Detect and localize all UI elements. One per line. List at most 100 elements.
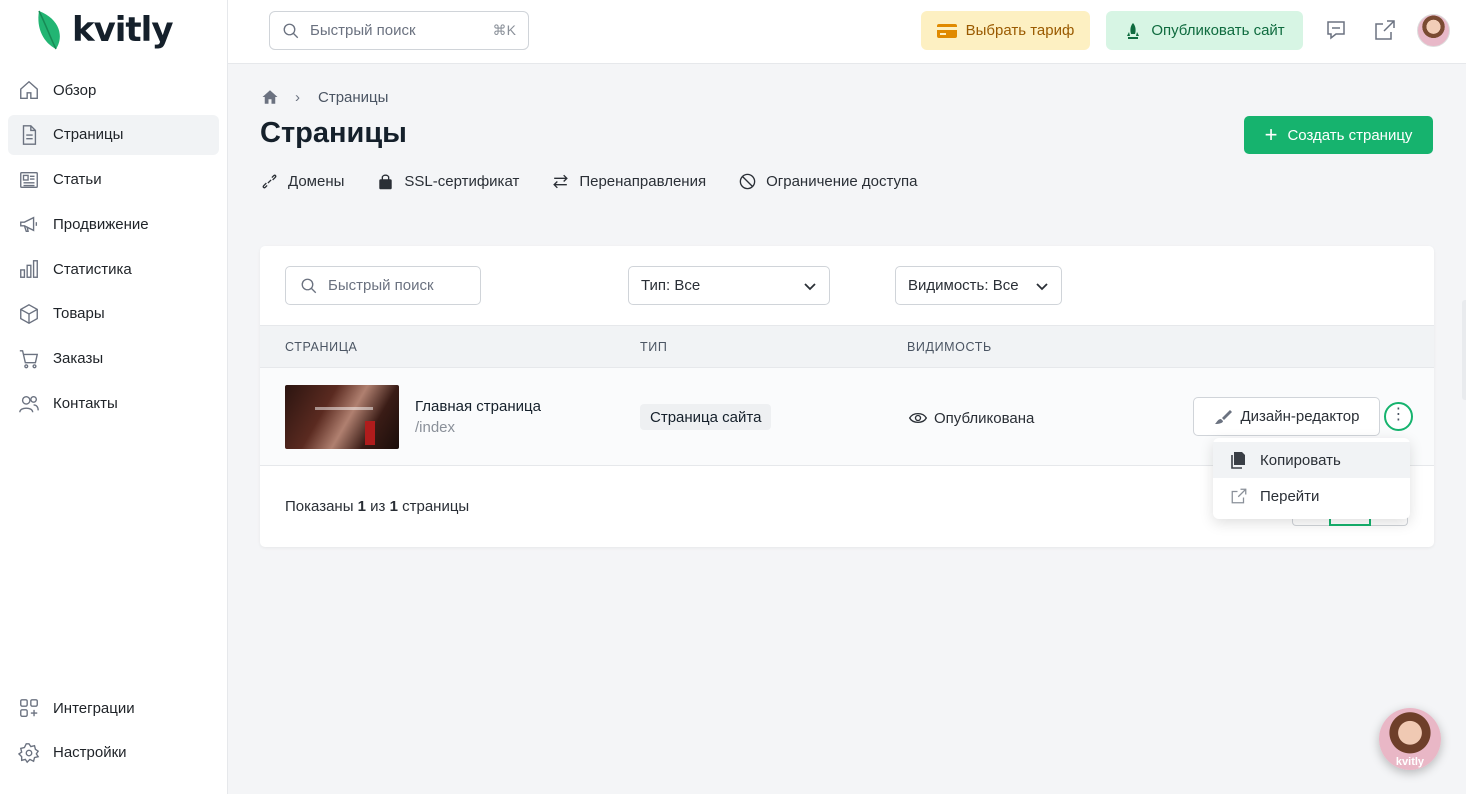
gear-icon (18, 742, 40, 764)
design-editor-label: Дизайн-редактор (1240, 408, 1360, 425)
home-icon (18, 79, 40, 101)
subnav-domains[interactable]: Домены (260, 172, 344, 191)
sidebar-item-orders[interactable]: Заказы (8, 339, 219, 379)
sidebar-item-integrations[interactable]: Интеграции (8, 688, 219, 728)
sidebar-item-overview[interactable]: Обзор (8, 70, 219, 110)
sidebar-item-label: Продвижение (53, 215, 149, 233)
subnav-redirects[interactable]: Перенаправления (551, 172, 706, 191)
chevron-down-icon (804, 282, 816, 290)
brush-icon (1214, 409, 1232, 424)
eye-icon (908, 412, 928, 424)
home-icon[interactable] (261, 88, 279, 106)
copy-menu-item[interactable]: Копировать (1213, 442, 1410, 478)
global-search-input[interactable]: Быстрый поиск ⌘K (269, 11, 529, 50)
sidebar-item-settings[interactable]: Настройки (8, 733, 219, 773)
chat-icon[interactable] (1324, 18, 1348, 42)
sidebar-item-promotion[interactable]: Продвижение (8, 204, 219, 244)
sidebar-item-statistics[interactable]: Статистика (8, 249, 219, 289)
visibility-filter-select[interactable]: Видимость: Все (895, 266, 1062, 305)
sidebar-item-label: Обзор (53, 81, 97, 99)
search-placeholder: Быстрый поиск (310, 22, 416, 39)
sidebar-item-label: Интеграции (53, 699, 135, 717)
publish-site-label: Опубликовать сайт (1151, 22, 1285, 39)
subnav-ssl[interactable]: SSL-сертификат (376, 172, 519, 191)
subnav-access-restriction[interactable]: Ограничение доступа (738, 172, 918, 191)
search-shortcut: ⌘K (492, 22, 516, 38)
sidebar-item-pages[interactable]: Страницы (8, 114, 219, 155)
cart-icon (18, 348, 40, 370)
sidebar-item-label: Настройки (53, 744, 127, 762)
credit-card-icon (936, 23, 957, 38)
support-chat-avatar[interactable]: kvitly (1379, 708, 1441, 770)
box-icon (18, 303, 40, 325)
publish-site-button[interactable]: Опубликовать сайт (1106, 11, 1303, 50)
sidebar-item-contacts[interactable]: Контакты (8, 384, 219, 424)
document-icon (18, 124, 40, 146)
design-editor-button[interactable]: Дизайн-редактор (1193, 397, 1380, 436)
choose-tariff-button[interactable]: Выбрать тариф (921, 11, 1090, 50)
sidebar-item-label: Статьи (53, 171, 102, 189)
type-filter-label: Тип: Все (641, 277, 701, 294)
goto-menu-item[interactable]: Перейти (1213, 478, 1410, 514)
create-page-label: Создать страницу (1287, 126, 1413, 144)
type-badge: Страница сайта (640, 404, 772, 430)
support-chat-label: kvitly (1395, 756, 1425, 768)
visibility-status: Опубликована (908, 408, 1034, 428)
page-title: Страницы (260, 117, 407, 149)
copy-icon (1231, 452, 1245, 469)
page-thumbnail[interactable] (285, 385, 399, 449)
summary-prefix: Показаны (285, 498, 358, 515)
search-icon (301, 278, 317, 293)
sidebar-item-label: Контакты (53, 395, 118, 413)
redirect-icon (553, 174, 569, 189)
sidebar-item-label: Статистика (53, 260, 132, 278)
brand-name: kvitly (72, 10, 173, 50)
table-search-input[interactable]: Быстрый поиск (285, 266, 481, 305)
subnav-label: Ограничение доступа (766, 173, 918, 190)
plus-icon: + (1264, 122, 1278, 147)
block-icon (739, 173, 756, 190)
page-title-cell[interactable]: Главная страница (415, 398, 541, 415)
sidebar-item-products[interactable]: Товары (8, 294, 219, 334)
visibility-filter-label: Видимость: Все (908, 277, 1019, 294)
search-icon (283, 23, 299, 38)
sidebar: kvitly Обзор Страницы Статьи Продвижение… (0, 0, 228, 794)
table-search-placeholder: Быстрый поиск (328, 277, 434, 294)
page-path-cell: /index (415, 419, 456, 436)
create-page-button[interactable]: + Создать страницу (1244, 116, 1433, 154)
megaphone-icon (18, 213, 40, 235)
pagination-summary: Показаны 1 из 1 страницы (285, 498, 469, 515)
summary-mid: из (366, 498, 390, 515)
external-link-icon[interactable] (1373, 18, 1397, 42)
chevron-right-icon: › (295, 88, 300, 106)
summary-suffix: страницы (397, 498, 470, 515)
topbar: Быстрый поиск ⌘K Выбрать тариф Опубликов… (228, 0, 1466, 64)
sidebar-item-label: Заказы (53, 350, 104, 368)
summary-shown: 1 (357, 498, 366, 515)
breadcrumb: › Страницы (261, 88, 388, 106)
table-header: СТРАНИЦА ТИП ВИДИМОСТЬ (260, 325, 1434, 368)
column-header-page[interactable]: СТРАНИЦА (285, 340, 357, 354)
integrations-icon (18, 697, 40, 719)
breadcrumb-current: Страницы (318, 88, 389, 106)
main-content: › Страницы Страницы + Создать страницу Д… (228, 64, 1466, 794)
logo[interactable]: kvitly (36, 8, 173, 52)
type-filter-select[interactable]: Тип: Все (628, 266, 830, 305)
side-panel-handle[interactable] (1462, 300, 1466, 400)
user-avatar[interactable] (1417, 14, 1450, 47)
column-header-visibility[interactable]: ВИДИМОСТЬ (907, 340, 992, 354)
sidebar-item-articles[interactable]: Статьи (8, 160, 219, 200)
more-actions-button[interactable]: ⋮ (1384, 402, 1413, 431)
lock-icon (379, 174, 393, 190)
summary-total: 1 (389, 498, 398, 515)
link-icon (262, 174, 277, 189)
leaf-logo-icon (38, 10, 60, 50)
external-link-icon (1231, 488, 1247, 504)
page-subnav: Домены SSL-сертификат Перенаправления Ог… (260, 172, 950, 191)
sidebar-nav: Обзор Страницы Статьи Продвижение Статис… (8, 70, 219, 428)
visibility-label: Опубликована (934, 409, 1035, 427)
sidebar-bottom-nav: Интеграции Настройки (8, 688, 219, 778)
chevron-down-icon (1036, 282, 1048, 290)
row-actions-dropdown: Копировать Перейти (1213, 438, 1410, 519)
column-header-type[interactable]: ТИП (640, 340, 667, 354)
